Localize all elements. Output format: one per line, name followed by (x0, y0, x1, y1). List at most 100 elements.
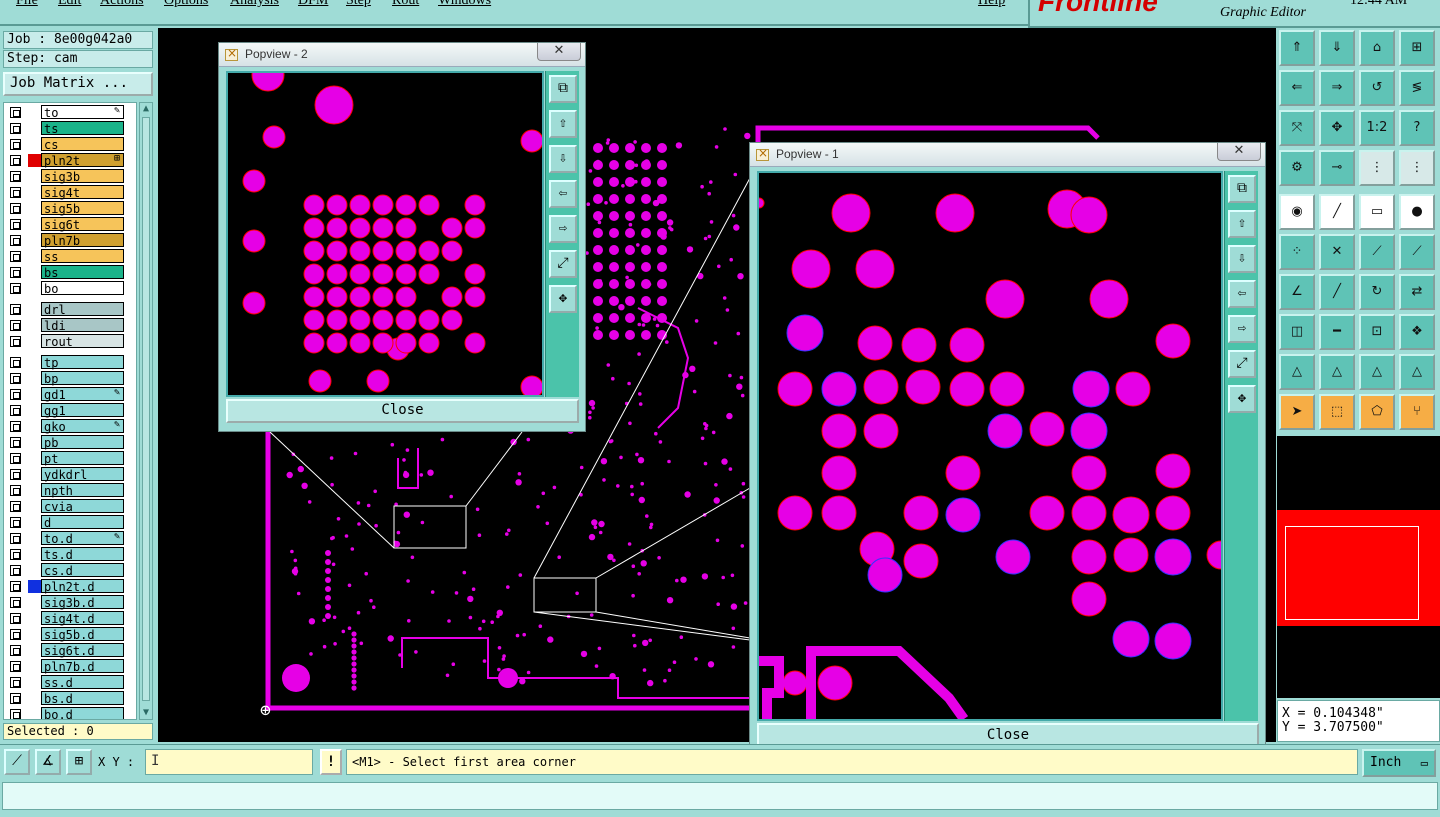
measure-icon[interactable]: ⊡ (1359, 314, 1395, 350)
layer-name[interactable]: ydkdrl (41, 467, 124, 482)
layer-row-sig4t-d[interactable]: sig4t.d (4, 611, 136, 626)
layer-checkbox[interactable] (10, 251, 21, 262)
navigation-overview[interactable] (1277, 510, 1440, 626)
triangle-icon[interactable]: △ (1279, 354, 1315, 390)
group-icon[interactable]: ❖ (1399, 314, 1435, 350)
menu-actions[interactable]: Actions (100, 0, 144, 9)
layer-list[interactable]: to ✎ ts cs pln2t ⊞ sig3b sig4t sig5b sig6t pln7b ss… (3, 102, 137, 720)
overview-viewport-frame[interactable] (1285, 526, 1419, 620)
angle-icon[interactable]: ∠ (1279, 274, 1315, 310)
menu-help[interactable]: Help (978, 0, 1005, 9)
select-net-icon[interactable]: ⑂ (1399, 394, 1435, 430)
layer-checkbox[interactable] (10, 565, 21, 576)
window-split-icon[interactable]: ⊞ (1399, 30, 1435, 66)
layer-checkbox[interactable] (10, 304, 21, 315)
layer-checkbox[interactable] (10, 405, 21, 416)
layer-checkbox[interactable] (10, 501, 21, 512)
layer-row-d[interactable]: d (4, 515, 136, 530)
layer-name[interactable]: ss.d (41, 675, 124, 690)
snap-line-icon[interactable]: ⊸ (1319, 150, 1355, 186)
layer-name[interactable]: to.d (41, 531, 124, 546)
layer-row-pln2t[interactable]: pln2t ⊞ (4, 153, 136, 168)
layer-checkbox[interactable] (10, 203, 21, 214)
layer-name[interactable]: bs.d (41, 691, 124, 706)
layer-name[interactable]: bo.d (41, 707, 124, 719)
layer-name[interactable]: sig6t (41, 217, 124, 232)
step-down-icon[interactable]: ⇓ (1319, 30, 1355, 66)
layer-row-drl[interactable]: drl (4, 302, 136, 317)
triangle-3-icon[interactable]: △ (1359, 354, 1395, 390)
layer-row-bo[interactable]: bo (4, 281, 136, 296)
job-matrix-button[interactable]: Job Matrix ... (3, 72, 153, 96)
layer-checkbox[interactable] (10, 357, 21, 368)
layer-checkbox[interactable] (10, 645, 21, 656)
layer-name[interactable]: tp (41, 355, 124, 370)
layer-name[interactable]: pln2t (41, 153, 124, 168)
menu-dfm[interactable]: DFM (298, 0, 328, 9)
pan-right-icon[interactable]: ⇨ (1228, 315, 1256, 343)
layer-row-rout[interactable]: rout (4, 334, 136, 349)
layer-name[interactable]: bp (41, 371, 124, 386)
layer-name[interactable]: sig3b.d (41, 595, 124, 610)
layer-name[interactable]: cs (41, 137, 124, 152)
layer-row-bs[interactable]: bs (4, 265, 136, 280)
layer-checkbox[interactable] (10, 139, 21, 150)
diagonal-line-icon[interactable]: ╱ (1319, 274, 1355, 310)
horizontal-line-icon[interactable]: ━ (1319, 314, 1355, 350)
layer-row-ldi[interactable]: ldi (4, 318, 136, 333)
popview-2-titlebar[interactable]: Popview - 2 ✕ (219, 43, 585, 67)
popview-1-titlebar[interactable]: Popview - 1 ✕ (750, 143, 1265, 167)
home-icon[interactable]: ⌂ (1359, 30, 1395, 66)
menu-step[interactable]: Step (346, 0, 371, 9)
cross-delete-icon[interactable]: ✕ (1319, 234, 1355, 270)
layer-checkbox[interactable] (10, 549, 21, 560)
layer-row-cs[interactable]: cs (4, 137, 136, 152)
net-select-2-icon[interactable]: ⋮ (1399, 150, 1435, 186)
zoom-home-icon[interactable]: ⤢ (1228, 350, 1256, 378)
layer-checkbox[interactable] (10, 613, 21, 624)
layer-checkbox[interactable] (10, 187, 21, 198)
snap-angle-icon[interactable]: ∡ (35, 749, 61, 775)
layer-checkbox[interactable] (10, 693, 21, 704)
layer-name[interactable]: ts (41, 121, 124, 136)
layer-row-ts[interactable]: ts (4, 121, 136, 136)
layer-name[interactable]: rout (41, 334, 124, 349)
layer-checkbox[interactable] (10, 171, 21, 182)
menu-analysis[interactable]: Analysis (230, 0, 279, 9)
pan-left-icon[interactable]: ⇦ (1228, 280, 1256, 308)
zoom-window-icon[interactable]: ⧉ (549, 75, 577, 103)
layer-row-bs-d[interactable]: bs.d (4, 691, 136, 706)
layer-checkbox[interactable] (10, 373, 21, 384)
layer-row-bp[interactable]: bp (4, 371, 136, 386)
layer-row-cs-d[interactable]: cs.d (4, 563, 136, 578)
move-right-icon[interactable]: ⇒ (1319, 70, 1355, 106)
zoom-window-icon[interactable]: ⧉ (1228, 175, 1256, 203)
layer-checkbox[interactable] (10, 629, 21, 640)
layer-checkbox[interactable] (10, 469, 21, 480)
layer-checkbox[interactable] (10, 155, 21, 166)
layer-name[interactable]: pln2t.d (41, 579, 124, 594)
scroll-up-icon[interactable]: ▲ (141, 103, 151, 115)
layer-checkbox[interactable] (10, 123, 21, 134)
popview-1-window[interactable]: Popview - 1 ✕ ⧉ ⇧ ⇩ ⇦ ⇨ ⤢ ✥ Close (749, 142, 1266, 756)
zoom-center-icon[interactable]: ✥ (1319, 110, 1355, 146)
line-nodes-2-icon[interactable]: ⟋ (1399, 234, 1435, 270)
layer-name[interactable]: d (41, 515, 124, 530)
layer-row-sig5b[interactable]: sig5b (4, 201, 136, 216)
layer-row-cvia[interactable]: cvia (4, 499, 136, 514)
pan-up-icon[interactable]: ⇧ (1228, 210, 1256, 238)
snap-off-icon[interactable]: ⟋ (4, 749, 30, 775)
layer-name[interactable]: npth (41, 483, 124, 498)
layer-checkbox[interactable] (10, 453, 21, 464)
layer-checkbox[interactable] (10, 517, 21, 528)
layer-name[interactable]: ldi (41, 318, 124, 333)
pad-move-icon[interactable]: ◫ (1279, 314, 1315, 350)
layer-checkbox[interactable] (10, 267, 21, 278)
layer-name[interactable]: pln7b (41, 233, 124, 248)
layer-name[interactable]: cvia (41, 499, 124, 514)
layer-row-bo-d[interactable]: bo.d (4, 707, 136, 719)
layer-checkbox[interactable] (10, 320, 21, 331)
layer-checkbox[interactable] (10, 533, 21, 544)
layer-row-ts-d[interactable]: ts.d (4, 547, 136, 562)
layer-row-pln7b[interactable]: pln7b (4, 233, 136, 248)
